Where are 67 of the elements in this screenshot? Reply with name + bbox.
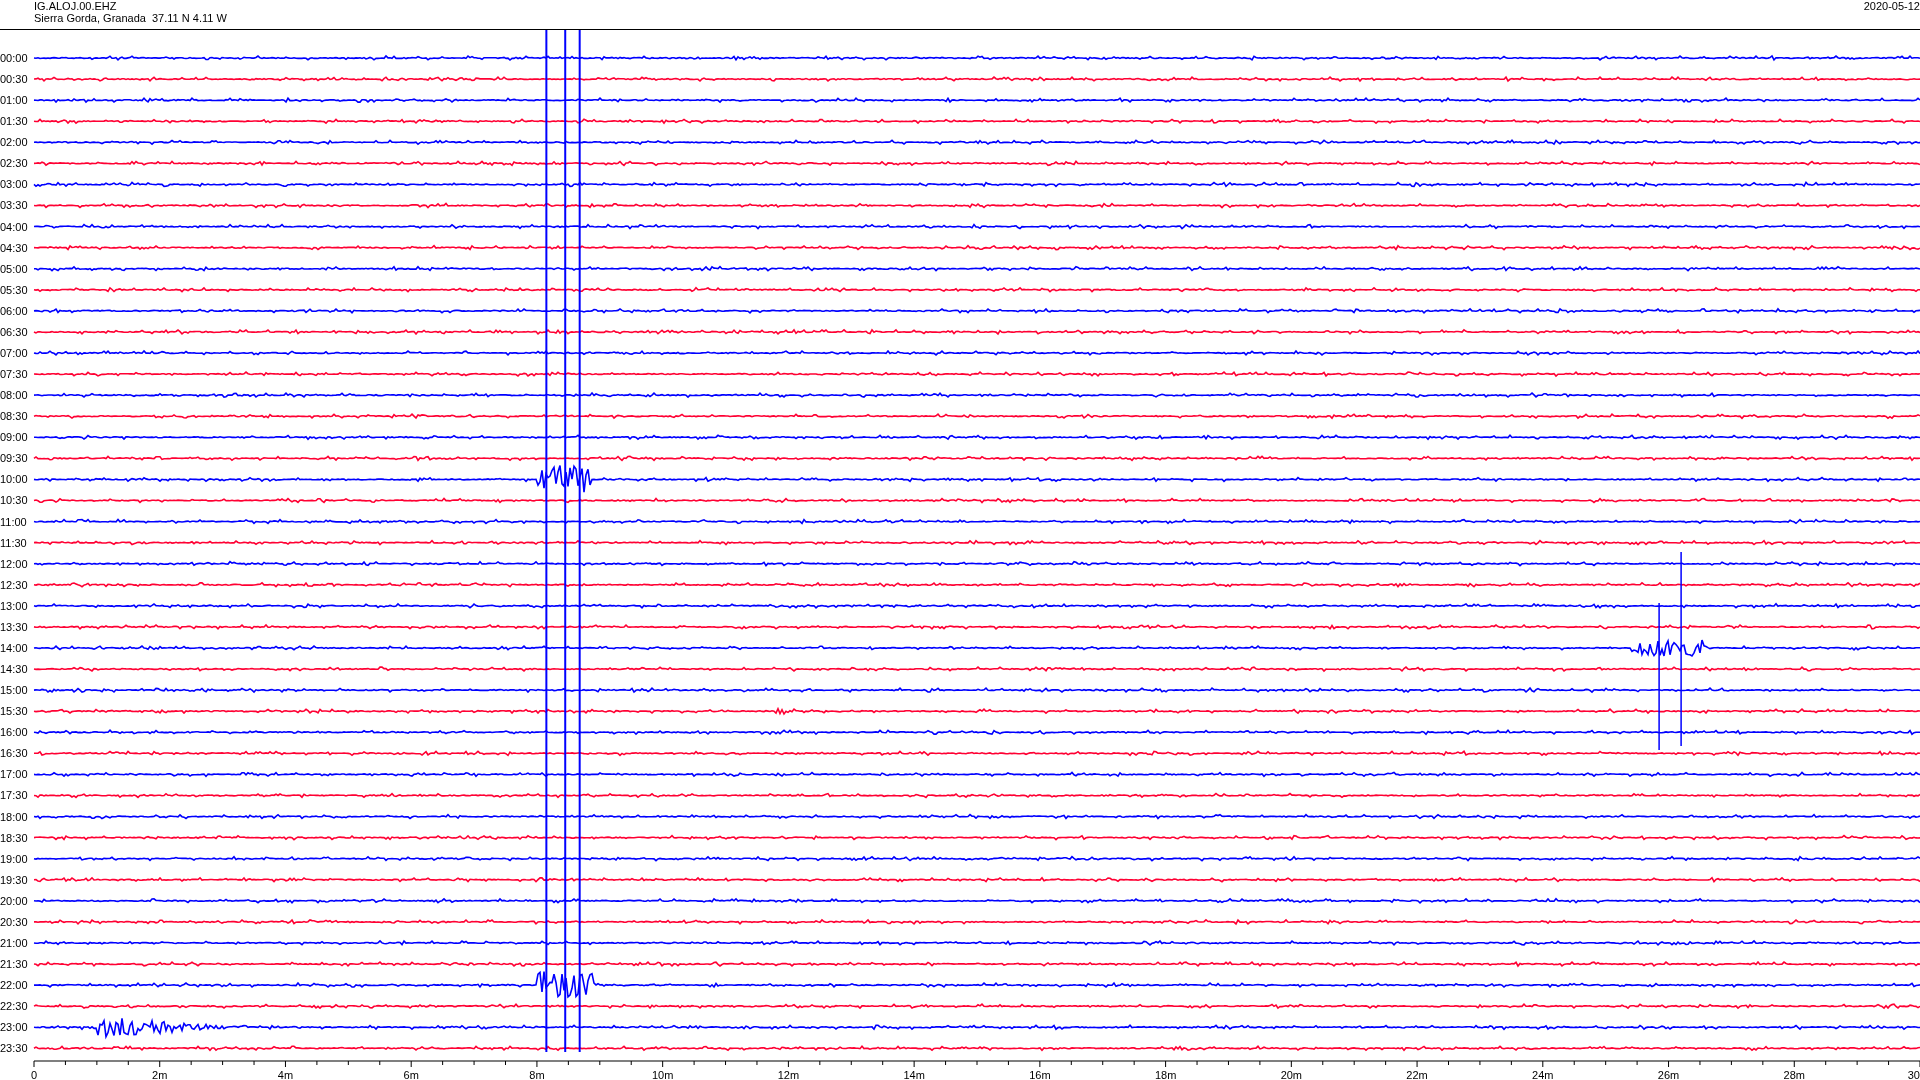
time-label: 19:00 [0, 852, 28, 865]
time-label: 17:30 [0, 789, 28, 802]
axis-tick-label: 2m [152, 1069, 168, 1079]
axis-tick-label: 14m [903, 1069, 925, 1079]
axis-tick-label: 30 [1907, 1069, 1920, 1079]
time-label: 22:00 [0, 979, 28, 992]
axis-tick-label: 4m [277, 1069, 294, 1079]
axis-tick-label: 18m [1154, 1069, 1177, 1079]
time-label: 10:30 [0, 494, 28, 507]
time-label: 08:30 [0, 410, 28, 423]
time-label: 17:00 [0, 768, 28, 781]
station-location: Sierra Gorda, Granada 37.11 N 4.11 W [34, 12, 227, 24]
time-label: 07:00 [0, 347, 28, 359]
time-label: 15:00 [0, 684, 28, 697]
time-label: 02:00 [0, 136, 28, 149]
time-label: 05:30 [0, 283, 28, 296]
time-label: 04:30 [0, 241, 28, 254]
time-label: 06:30 [0, 325, 28, 338]
time-label: 13:00 [0, 599, 28, 612]
time-label: 11:00 [0, 515, 27, 528]
time-label: 00:00 [0, 52, 28, 64]
time-label: 04:00 [0, 220, 28, 233]
axis-tick-label: 26m [1657, 1069, 1680, 1079]
time-label: 09:30 [0, 452, 28, 465]
axis-tick-label: 28m [1783, 1069, 1805, 1079]
axis-tick-label: 0 [30, 1069, 38, 1079]
time-label: 18:30 [0, 831, 28, 844]
time-label: 02:30 [0, 157, 28, 170]
axis-tick-label: 24m [1532, 1069, 1554, 1079]
time-label: 23:00 [0, 1021, 28, 1034]
axis-tick-label: 12m [777, 1069, 800, 1079]
time-label: 16:00 [0, 726, 28, 739]
time-label: 20:30 [0, 915, 28, 928]
date-label: 2020-05-12 [1863, 0, 1920, 14]
time-label: 03:00 [0, 178, 28, 191]
time-label: 15:30 [0, 705, 28, 718]
axis-tick-label: 8m [529, 1069, 545, 1079]
time-label: 13:30 [0, 620, 28, 633]
time-label: 23:30 [0, 1042, 28, 1055]
axis-tick-label: 22m [1406, 1069, 1428, 1079]
time-label: 10:00 [0, 473, 28, 486]
time-label: 06:00 [0, 304, 28, 317]
time-label: 03:30 [0, 199, 28, 212]
station-code: IG.ALOJ.00.EHZ [34, 0, 118, 12]
time-label: 22:30 [0, 1000, 28, 1013]
time-label: 12:30 [0, 578, 28, 591]
time-label: 07:30 [0, 368, 28, 381]
time-label: 08:00 [0, 389, 28, 402]
time-label: 14:30 [0, 663, 28, 676]
time-label: 18:00 [0, 810, 28, 823]
time-label: 01:30 [0, 115, 28, 128]
time-label: 14:00 [0, 641, 28, 654]
axis-tick-label: 10m [651, 1069, 674, 1079]
time-label: 09:00 [0, 431, 28, 444]
time-label: 21:00 [0, 936, 28, 949]
time-label: 20:00 [0, 894, 28, 907]
time-label: 21:30 [0, 958, 28, 970]
time-label: 00:30 [0, 73, 28, 86]
time-label: 16:30 [0, 747, 28, 760]
time-label: 01:00 [0, 94, 28, 107]
time-label: 05:00 [0, 262, 28, 275]
time-label: 12:00 [0, 557, 28, 570]
time-label: 11:30 [0, 536, 27, 549]
axis-tick-label: 6m [403, 1069, 419, 1079]
axis-tick-label: 16m [1029, 1069, 1051, 1079]
axis-tick-label: 20m [1280, 1069, 1303, 1079]
time-label: 19:30 [0, 873, 28, 886]
